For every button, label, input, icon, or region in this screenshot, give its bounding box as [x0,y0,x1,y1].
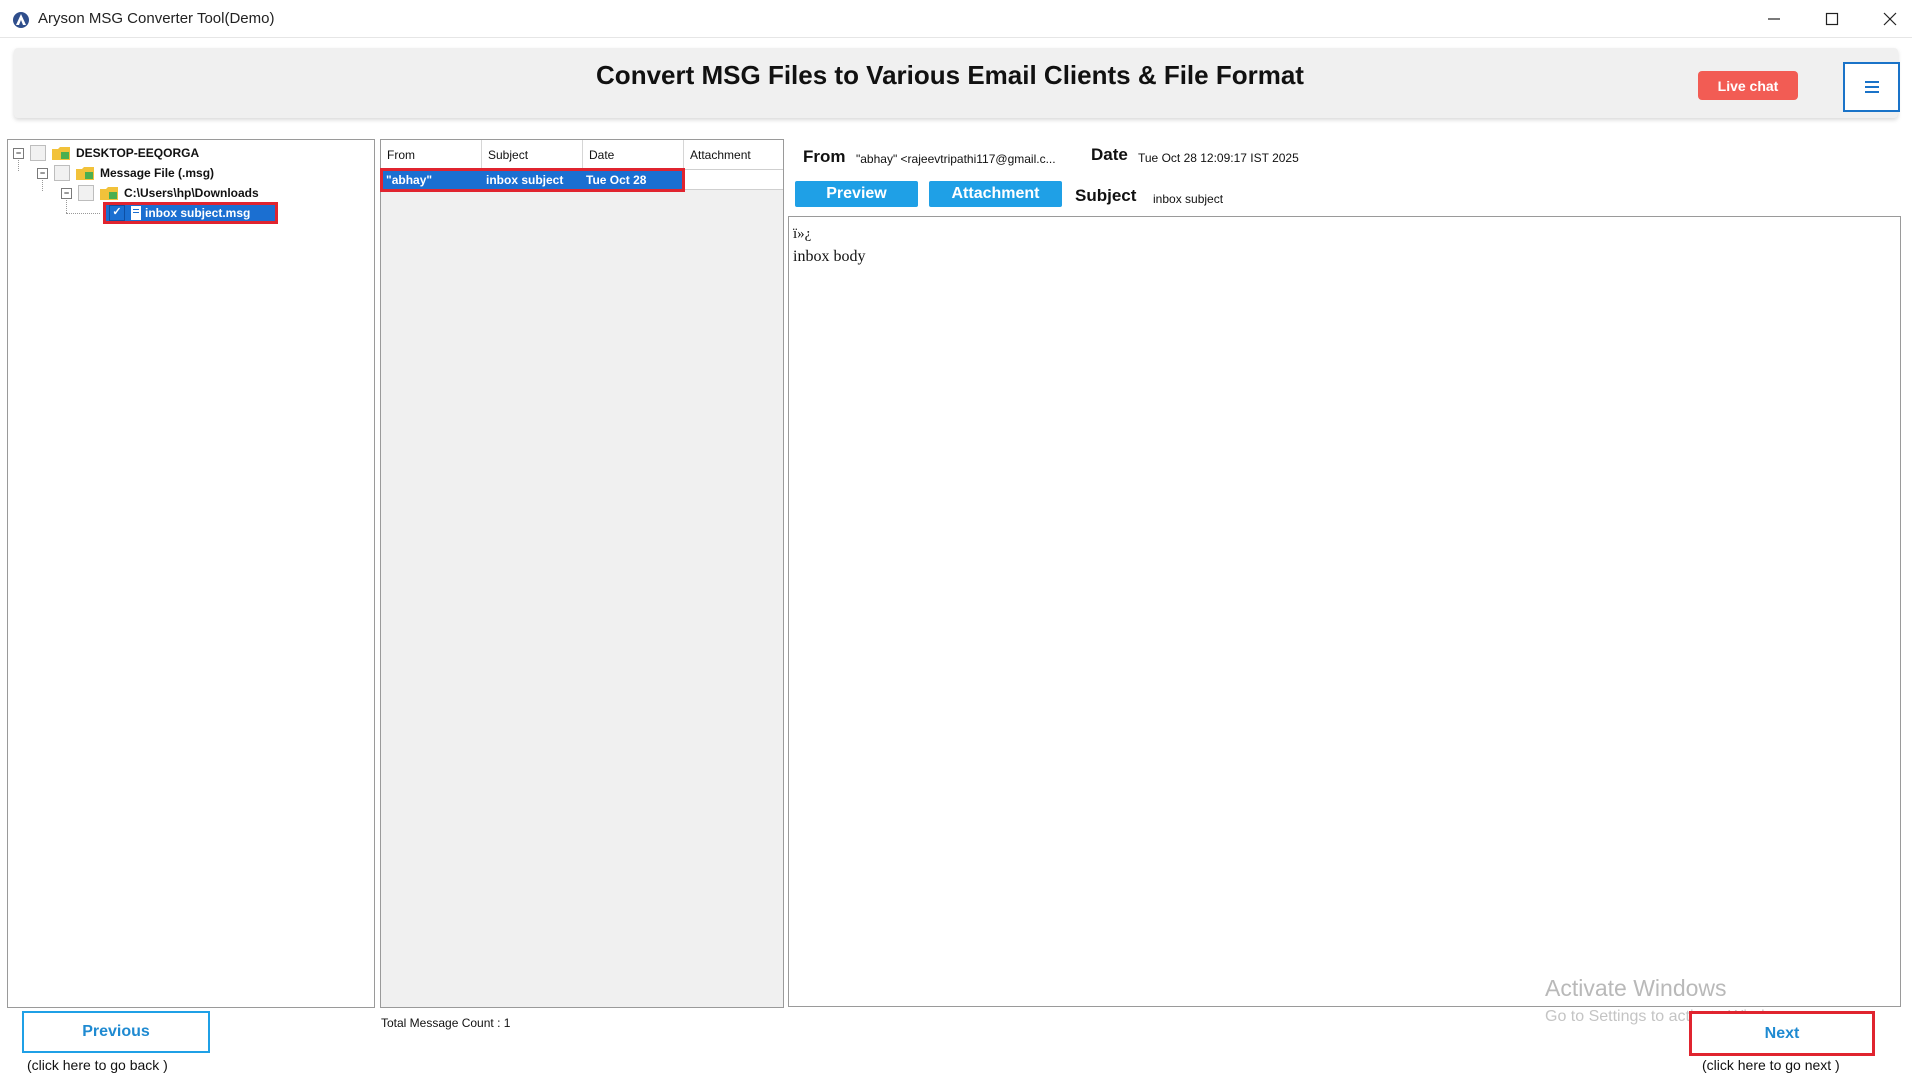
preview-button[interactable]: Preview [795,181,918,207]
cell-subject: inbox subject [486,173,564,187]
table-row-selected[interactable]: "abhay" inbox subject Tue Oct 28 [380,168,685,192]
column-header-from[interactable]: From [381,140,482,170]
app-logo-icon [12,11,30,29]
tree-label-message-file: Message File (.msg) [100,166,215,180]
subject-label: Subject [1075,186,1137,205]
cell-from: "abhay" [386,173,433,187]
tree-node-message-file[interactable]: − Message File (.msg) [37,164,214,182]
window-title: Aryson MSG Converter Tool(Demo) [38,10,275,27]
tree-checkbox[interactable] [30,145,46,161]
folder-icon [76,167,94,180]
message-body-text: inbox body [793,248,866,265]
tree-checkbox-checked[interactable]: ✓ [109,205,125,221]
computer-folder-icon [52,147,70,160]
from-label: From [803,147,846,166]
previous-hint: (click here to go back ) [27,1057,168,1073]
live-chat-button[interactable]: Live chat [1698,71,1798,100]
hamburger-icon [1864,81,1879,93]
column-header-subject[interactable]: Subject [482,140,583,170]
folder-icon [100,187,118,200]
attachment-button[interactable]: Attachment [929,181,1062,207]
previous-button[interactable]: Previous [22,1011,210,1053]
page-title: Convert MSG Files to Various Email Clien… [596,60,1304,90]
tree-label-folder: C:\Users\hp\Downloads [124,186,259,200]
message-body-bom: ï»¿ [793,226,812,242]
minimize-button[interactable] [1745,0,1803,38]
tree-connector [66,213,100,214]
tree-label-file: inbox subject.msg [145,206,251,220]
total-message-count: Total Message Count : 1 [381,1016,511,1030]
collapse-icon[interactable]: − [61,187,72,199]
collapse-icon[interactable]: − [13,147,24,159]
subject-value: inbox subject [1153,192,1224,206]
message-list-panel [380,139,784,1008]
next-hint: (click here to go next ) [1702,1057,1840,1073]
tree-node-file[interactable]: ✓ inbox subject.msg [109,204,250,222]
column-header-date[interactable]: Date [583,140,684,170]
collapse-icon[interactable]: − [37,167,48,179]
tree-checkbox[interactable] [54,165,70,181]
activate-windows-watermark-title: Activate Windows [1545,975,1727,1001]
close-icon [1883,12,1897,26]
message-list-header: From Subject Date Attachment [381,140,783,170]
tree-checkbox[interactable] [78,185,94,201]
column-header-attachment[interactable]: Attachment [684,140,783,170]
minimize-icon [1768,18,1780,20]
tree-node-folder[interactable]: − C:\Users\hp\Downloads [61,184,259,202]
close-button[interactable] [1861,0,1912,38]
file-icon [131,206,141,220]
message-body-panel[interactable] [788,216,1901,1007]
title-bar [0,0,1912,38]
next-button[interactable]: Next [1689,1011,1875,1056]
folder-tree-panel [7,139,375,1008]
maximize-icon [1825,12,1839,26]
tree-label-root: DESKTOP-EEQORGA [76,146,200,160]
maximize-button[interactable] [1803,0,1861,38]
cell-date: Tue Oct 28 [586,173,647,187]
date-value: Tue Oct 28 12:09:17 IST 2025 [1138,151,1299,165]
tree-node-root[interactable]: − DESKTOP-EEQORGA [13,144,199,162]
menu-button[interactable] [1843,62,1900,112]
date-label: Date [1091,145,1128,164]
from-value: "abhay" <rajeevtripathi117@gmail.c... [856,152,1056,166]
